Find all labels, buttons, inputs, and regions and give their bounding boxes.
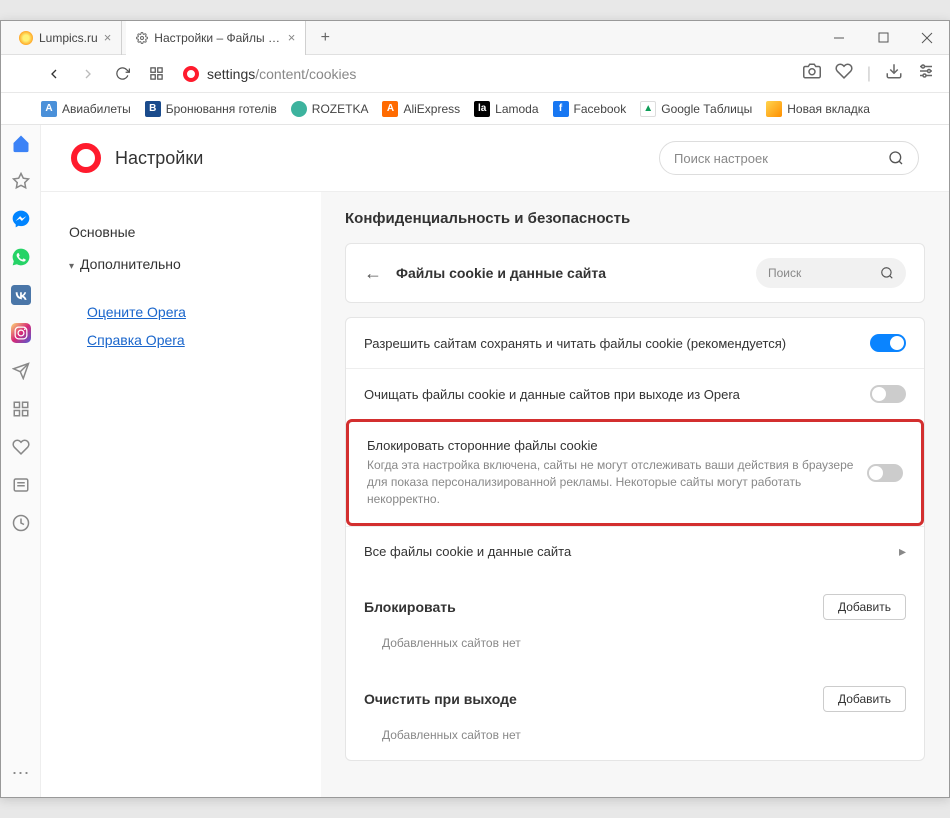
setting-block-third-party: Блокировать сторонние файлы cookie Когда… (367, 438, 855, 507)
settings-search-input[interactable]: Поиск настроек (659, 141, 919, 175)
settings-nav: Основные Дополнительно Оцените Opera Спр… (41, 192, 321, 797)
section-heading: Конфиденциальность и безопасность (345, 210, 925, 227)
opera-logo-icon (71, 143, 101, 173)
setting-allow-cookies-label: Разрешить сайтам сохранять и читать файл… (364, 336, 858, 351)
sidebar-heart-icon[interactable] (9, 435, 33, 459)
setting-block-third-desc: Когда эта настройка включена, сайты не м… (367, 457, 855, 507)
toggle-block-third-party[interactable] (867, 464, 903, 482)
sidebar-whatsapp-icon[interactable] (9, 245, 33, 269)
sidebar-news-icon[interactable] (9, 473, 33, 497)
bookmark-item[interactable]: ▲Google Таблицы (640, 101, 752, 117)
sidebar: ⋯ (1, 125, 41, 797)
bookmark-item[interactable]: ROZETKA (291, 101, 369, 117)
sidebar-more-icon[interactable]: ⋯ (9, 761, 33, 785)
back-arrow-button[interactable]: ← (364, 263, 382, 284)
tab-lumpics[interactable]: Lumpics.ru × (9, 21, 122, 55)
nav-item-basic[interactable]: Основные (69, 216, 293, 248)
close-icon[interactable]: × (104, 30, 112, 45)
bookmark-item[interactable]: Новая вкладка (766, 101, 870, 117)
add-clear-button[interactable]: Добавить (823, 686, 906, 712)
reload-button[interactable] (109, 61, 135, 87)
titlebar: Lumpics.ru × Настройки – Файлы cookie × … (1, 21, 949, 55)
settings-header: Настройки Поиск настроек (41, 125, 949, 192)
gear-icon (136, 31, 148, 45)
main-panel: Конфиденциальность и безопасность ← Файл… (321, 192, 949, 797)
search-placeholder: Поиск (768, 266, 880, 280)
bookmark-item[interactable]: laLamoda (474, 101, 538, 117)
row-all-cookies[interactable]: Все файлы cookie и данные сайта ▸ (346, 526, 924, 576)
sidebar-bookmarks-icon[interactable] (9, 169, 33, 193)
url-path: /content/cookies (255, 66, 356, 82)
new-tab-button[interactable]: + (310, 29, 340, 47)
sidebar-extensions-icon[interactable] (9, 397, 33, 421)
setting-all-cookies-label: Все файлы cookie и данные сайта (364, 544, 887, 559)
clear-empty-text: Добавленных сайтов нет (346, 720, 924, 760)
speed-dial-button[interactable] (143, 61, 169, 87)
nav-item-advanced[interactable]: Дополнительно (69, 248, 293, 280)
setting-clear-on-exit-label: Очищать файлы cookie и данные сайтов при… (364, 387, 858, 402)
tab-settings[interactable]: Настройки – Файлы cookie × (126, 21, 306, 55)
close-icon[interactable]: × (288, 30, 296, 45)
tab-title: Настройки – Файлы cookie (154, 31, 281, 45)
url-field[interactable]: settings/content/cookies (177, 66, 795, 82)
bookmark-item[interactable]: AАвиабилеты (41, 101, 131, 117)
snapshot-icon[interactable] (803, 62, 821, 85)
link-rate-opera[interactable]: Оцените Opera (69, 298, 293, 326)
sidebar-history-icon[interactable] (9, 511, 33, 535)
link-help-opera[interactable]: Справка Opera (69, 326, 293, 354)
close-button[interactable] (905, 21, 949, 54)
search-icon (888, 150, 904, 166)
sidebar-home-icon[interactable] (9, 131, 33, 155)
bookmarks-bar: AАвиабилеты BБронювання готелів ROZETKA … (1, 93, 949, 125)
forward-button[interactable] (75, 61, 101, 87)
page-title: Настройки (115, 148, 645, 169)
search-placeholder: Поиск настроек (674, 151, 888, 166)
card-search-input[interactable]: Поиск (756, 258, 906, 288)
subsection-clear-label: Очистить при выходе (364, 691, 517, 707)
sidebar-send-icon[interactable] (9, 359, 33, 383)
add-block-button[interactable]: Добавить (823, 594, 906, 620)
toggle-clear-on-exit[interactable] (870, 385, 906, 403)
tab-title: Lumpics.ru (39, 31, 98, 45)
search-icon (880, 266, 894, 280)
download-icon[interactable] (885, 62, 903, 85)
bookmark-item[interactable]: AAliExpress (382, 101, 460, 117)
toggle-allow-cookies[interactable] (870, 334, 906, 352)
sidebar-messenger-icon[interactable] (9, 207, 33, 231)
sidebar-instagram-icon[interactable] (9, 321, 33, 345)
setting-block-third-title: Блокировать сторонние файлы cookie (367, 438, 855, 453)
address-bar: settings/content/cookies | (1, 55, 949, 93)
card-title: Файлы cookie и данные сайта (396, 265, 742, 281)
sidebar-vk-icon[interactable] (9, 283, 33, 307)
bookmark-item[interactable]: BБронювання готелів (145, 101, 277, 117)
bookmark-item[interactable]: fFacebook (553, 101, 627, 117)
favicon-lumpics (19, 31, 33, 45)
back-button[interactable] (41, 61, 67, 87)
maximize-button[interactable] (861, 21, 905, 54)
block-empty-text: Добавленных сайтов нет (346, 628, 924, 668)
url-host: settings (207, 66, 255, 82)
easy-setup-icon[interactable] (917, 62, 935, 85)
heart-icon[interactable] (835, 62, 853, 85)
chevron-right-icon: ▸ (899, 543, 906, 560)
subsection-block-label: Блокировать (364, 599, 456, 615)
minimize-button[interactable] (817, 21, 861, 54)
